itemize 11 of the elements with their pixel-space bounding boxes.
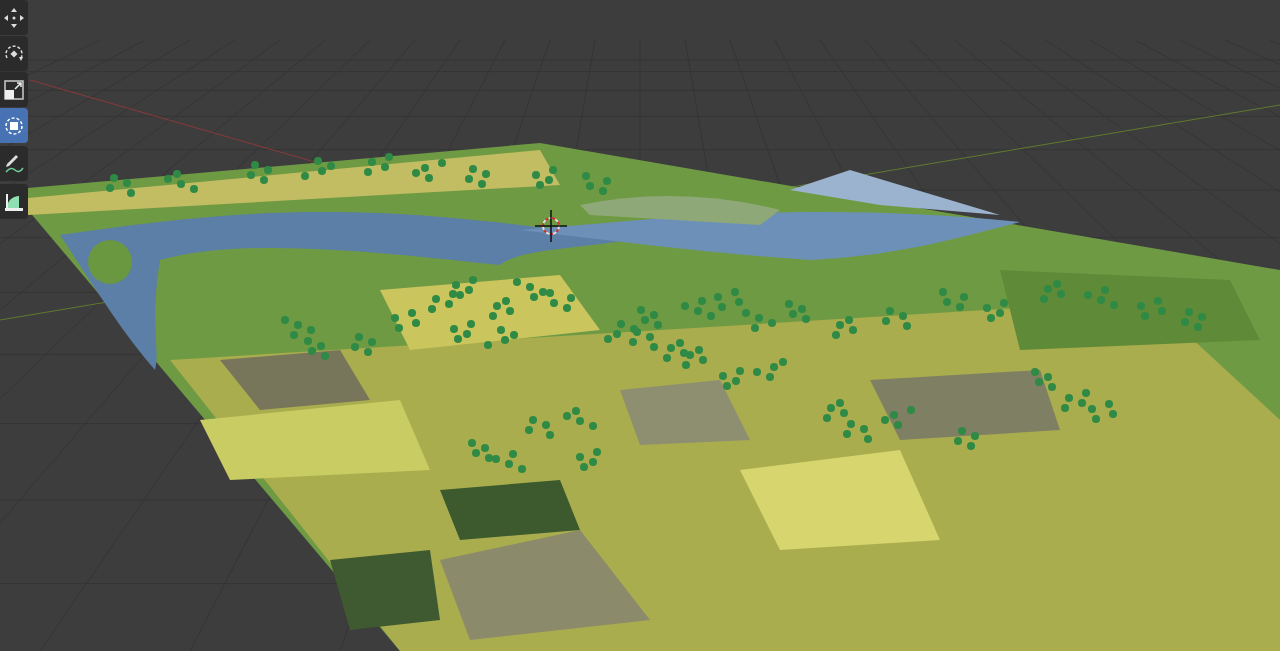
transform-tool-button[interactable]: [0, 108, 28, 143]
scale-icon: [3, 78, 25, 101]
move-tool-button[interactable]: [0, 0, 28, 35]
annotate-tool-button[interactable]: [0, 146, 28, 181]
origin-marker-icon: [534, 209, 568, 243]
rotate-tool-button[interactable]: [0, 36, 28, 71]
scale-tool-button[interactable]: [0, 72, 28, 107]
transform-icon: [3, 114, 25, 137]
measure-tool-button[interactable]: [0, 184, 28, 219]
pencil-icon: [3, 152, 25, 175]
move-icon: [3, 6, 25, 29]
